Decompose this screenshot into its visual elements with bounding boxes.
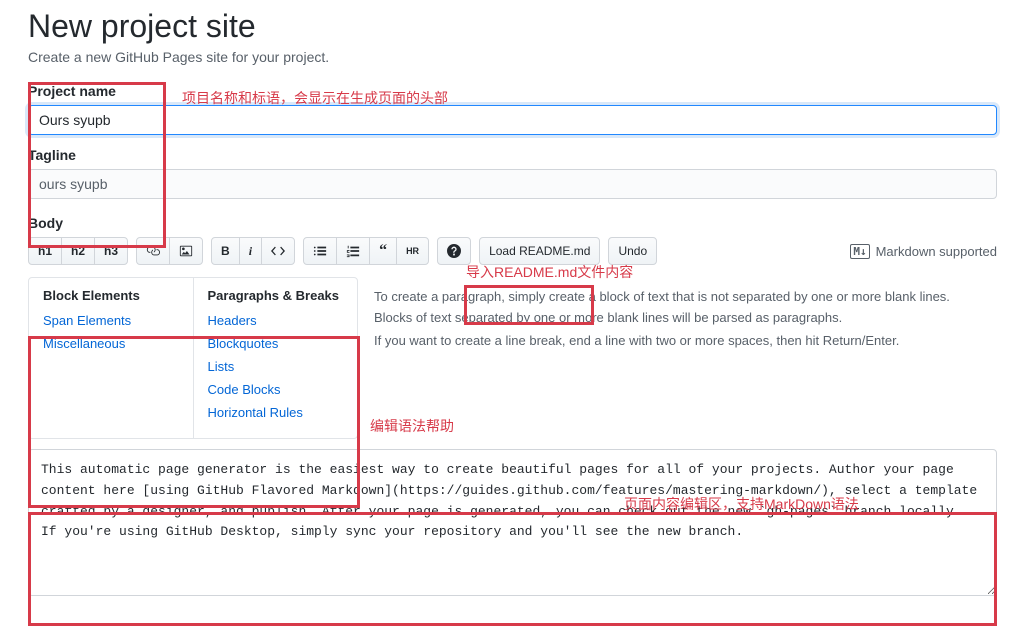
hr-button[interactable]: HR: [396, 237, 429, 265]
h3-button[interactable]: h3: [94, 237, 128, 265]
syntax-help-nav: Block Elements Span Elements Miscellaneo…: [28, 277, 358, 439]
project-name-label: Project name: [28, 83, 997, 99]
quote-button[interactable]: “: [369, 237, 397, 265]
markdown-icon: M↓: [850, 244, 869, 259]
help-button[interactable]: [437, 237, 471, 265]
help-link-blockquotes[interactable]: Blockquotes: [208, 336, 344, 351]
tagline-input[interactable]: [28, 169, 997, 199]
syntax-help-text: To create a paragraph, simply create a b…: [358, 277, 997, 439]
help-link-headers[interactable]: Headers: [208, 313, 344, 328]
help-link-span-elements[interactable]: Span Elements: [43, 313, 179, 328]
markdown-supported-label: M↓ Markdown supported: [850, 244, 997, 259]
tagline-label: Tagline: [28, 147, 997, 163]
image-button[interactable]: [169, 237, 203, 265]
link-button[interactable]: [136, 237, 170, 265]
code-button[interactable]: [261, 237, 295, 265]
help-link-horizontal-rules[interactable]: Horizontal Rules: [208, 405, 344, 420]
body-label: Body: [28, 215, 997, 231]
h1-button[interactable]: h1: [28, 237, 62, 265]
body-editor[interactable]: [28, 449, 997, 596]
help-col2-title[interactable]: Paragraphs & Breaks: [208, 288, 344, 303]
help-col1-title[interactable]: Block Elements: [43, 288, 179, 303]
bold-button[interactable]: B: [211, 237, 240, 265]
ul-button[interactable]: [303, 237, 337, 265]
undo-button[interactable]: Undo: [608, 237, 657, 265]
h2-button[interactable]: h2: [61, 237, 95, 265]
ol-button[interactable]: [336, 237, 370, 265]
editor-toolbar: h1 h2 h3 B i “ HR Load README.md Undo M↓…: [28, 237, 997, 265]
help-link-miscellaneous[interactable]: Miscellaneous: [43, 336, 179, 351]
italic-button[interactable]: i: [239, 237, 262, 265]
help-link-lists[interactable]: Lists: [208, 359, 344, 374]
project-name-input[interactable]: [28, 105, 997, 135]
page-title: New project site: [28, 8, 997, 45]
load-readme-button[interactable]: Load README.md: [479, 237, 600, 265]
page-subtitle: Create a new GitHub Pages site for your …: [28, 49, 997, 65]
help-link-code-blocks[interactable]: Code Blocks: [208, 382, 344, 397]
